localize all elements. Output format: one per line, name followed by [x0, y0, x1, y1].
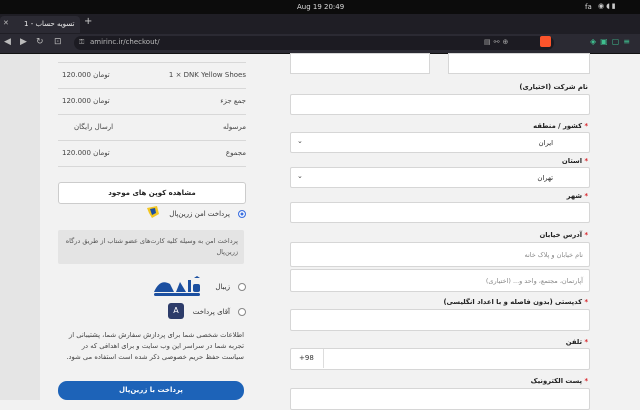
checkout-page: 1 × DNK Yellow Shoes 120.000 تومان جمع ج…	[0, 53, 640, 410]
street-address-input[interactable]: نام خیابان و پلاک خانه	[290, 242, 590, 267]
zarinpal-description-text: پرداخت امن به وسیله کلیه کارت‌های عضو شت…	[65, 237, 238, 256]
country-label-text: کشور / منطقه	[533, 122, 583, 130]
chevron-down-icon: ⌄	[297, 137, 303, 145]
city-label: * شهر	[567, 192, 588, 200]
zarinpal-label[interactable]: پرداخت امن زرین‌پال	[169, 210, 230, 218]
zarinpal-radio[interactable]	[238, 210, 246, 218]
country-select[interactable]: ایران ⌄	[290, 132, 590, 153]
required-mark: *	[584, 122, 588, 130]
country-value: ایران	[538, 139, 553, 147]
zibal-radio[interactable]	[238, 283, 246, 291]
tab-title: تسویه حساب - 1	[24, 20, 75, 28]
system-tray-icons[interactable]: ◉◖▮	[598, 2, 618, 10]
left-gutter	[0, 54, 40, 400]
postcode-label: * کدپستی (بدون فاصله و با اعداد انگلیسی)	[443, 298, 588, 306]
system-top-bar: Aug 19 20:49 fa ◉◖▮	[0, 0, 640, 14]
navigation-bar: ◀ ▶ ↻ ⊡ ⚿ amirinc.ir/checkout/ ▤⚯⊕ ◈▣▢≡	[0, 34, 640, 54]
street-label-text: آدرس خیابان	[539, 231, 583, 239]
view-coupons-button[interactable]: مشاهده کوپن های موجود	[58, 182, 246, 204]
postcode-label-text: کدپستی (بدون فاصله و با اعداد انگلیسی)	[443, 298, 583, 306]
email-input[interactable]	[290, 388, 590, 410]
summary-key: 1 × DNK Yellow Shoes	[168, 71, 246, 79]
zarinpal-description: پرداخت امن به وسیله کلیه کارت‌های عضو شت…	[58, 230, 244, 264]
zibal-label[interactable]: زیبال	[215, 283, 230, 291]
phone-label: * تلفن	[566, 338, 588, 346]
street-label: * آدرس خیابان	[539, 231, 588, 239]
address-bar[interactable]: ⚿ amirinc.ir/checkout/ ▤⚯⊕	[74, 36, 554, 50]
company-input[interactable]	[290, 94, 590, 115]
first-name-input[interactable]	[448, 53, 590, 74]
phone-prefix: +98	[299, 354, 314, 362]
state-value: تهران	[537, 174, 553, 182]
name-fields-row	[290, 53, 590, 74]
required-mark: *	[584, 157, 588, 165]
place-order-button[interactable]: پرداخت با زرین‌پال	[58, 381, 244, 400]
required-mark: *	[584, 377, 588, 385]
lock-icon[interactable]: ⚿	[79, 38, 84, 47]
aghaye-pardakht-radio[interactable]	[238, 308, 246, 316]
tab-checkout[interactable]: ✕ تسویه حساب - 1	[0, 16, 80, 33]
summary-value: ارسال رایگان	[74, 123, 114, 131]
back-icon[interactable]: ◀	[4, 37, 11, 47]
aghaye-pardakht-logo-icon: A	[168, 303, 184, 319]
summary-row-shipping: مرسوله ارسال رایگان	[58, 114, 246, 141]
city-input[interactable]	[290, 202, 590, 223]
required-mark: *	[584, 231, 588, 239]
phone-input[interactable]: +98	[290, 348, 590, 370]
summary-key: جمع جزء	[220, 97, 246, 105]
required-mark: *	[584, 298, 588, 306]
privacy-notice: اطلاعات شخصی شما برای پردازش سفارش شما، …	[66, 331, 244, 361]
summary-value: 120.000 تومان	[62, 71, 110, 79]
zarinpal-logo-icon	[147, 206, 159, 218]
city-label-text: شهر	[566, 192, 583, 200]
brave-shield-icon[interactable]	[540, 36, 551, 47]
email-label-text: پست الکترونیک	[530, 377, 583, 385]
new-tab-button[interactable]: +	[84, 16, 92, 27]
country-label: * کشور / منطقه	[533, 122, 588, 130]
street-address-2-input[interactable]: آپارتمان، مجتمع، واحد و... (اختیاری)	[290, 269, 590, 292]
summary-row-product: 1 × DNK Yellow Shoes 120.000 تومان	[58, 62, 246, 89]
street-placeholder: نام خیابان و پلاک خانه	[524, 251, 583, 259]
required-mark: *	[584, 192, 588, 200]
required-mark: *	[584, 338, 588, 346]
email-label: * پست الکترونیک	[531, 377, 588, 385]
summary-key: مرسوله	[223, 123, 246, 131]
bookmark-icon[interactable]: ⊡	[54, 37, 62, 47]
phone-prefix-divider	[323, 349, 324, 368]
tab-strip: ✕ تسویه حساب - 1	[0, 14, 640, 34]
aghaye-pardakht-label[interactable]: آقای پرداخت	[193, 308, 230, 316]
state-label: * استان	[562, 157, 588, 165]
company-label: نام شرکت (اختیاری)	[519, 83, 588, 91]
summary-row-total: مجموع 120.000 تومان	[58, 140, 246, 167]
postcode-input[interactable]	[290, 309, 590, 331]
keyboard-layout[interactable]: fa	[585, 3, 592, 11]
forward-icon[interactable]: ▶	[20, 37, 27, 47]
system-clock: Aug 19 20:49	[297, 3, 345, 11]
state-select[interactable]: تهران ⌄	[290, 167, 590, 188]
reload-icon[interactable]: ↻	[36, 37, 44, 47]
chevron-down-icon: ⌄	[297, 172, 303, 180]
summary-key: مجموع	[225, 149, 246, 157]
summary-value: 120.000 تومان	[62, 149, 110, 157]
street2-placeholder: آپارتمان، مجتمع، واحد و... (اختیاری)	[485, 277, 583, 285]
summary-value: 120.000 تومان	[62, 97, 110, 105]
extension-icons[interactable]: ◈▣▢≡	[590, 37, 634, 46]
summary-row-subtotal: جمع جزء 120.000 تومان	[58, 88, 246, 115]
state-label-text: استان	[561, 157, 583, 165]
phone-label-text: تلفن	[565, 338, 583, 346]
address-bar-icons[interactable]: ▤⚯⊕	[484, 38, 511, 46]
zibal-logo-icon	[154, 276, 200, 296]
url-text[interactable]: amirinc.ir/checkout/	[90, 38, 160, 46]
last-name-input[interactable]	[290, 53, 430, 74]
close-tab-icon[interactable]: ✕	[3, 19, 9, 27]
